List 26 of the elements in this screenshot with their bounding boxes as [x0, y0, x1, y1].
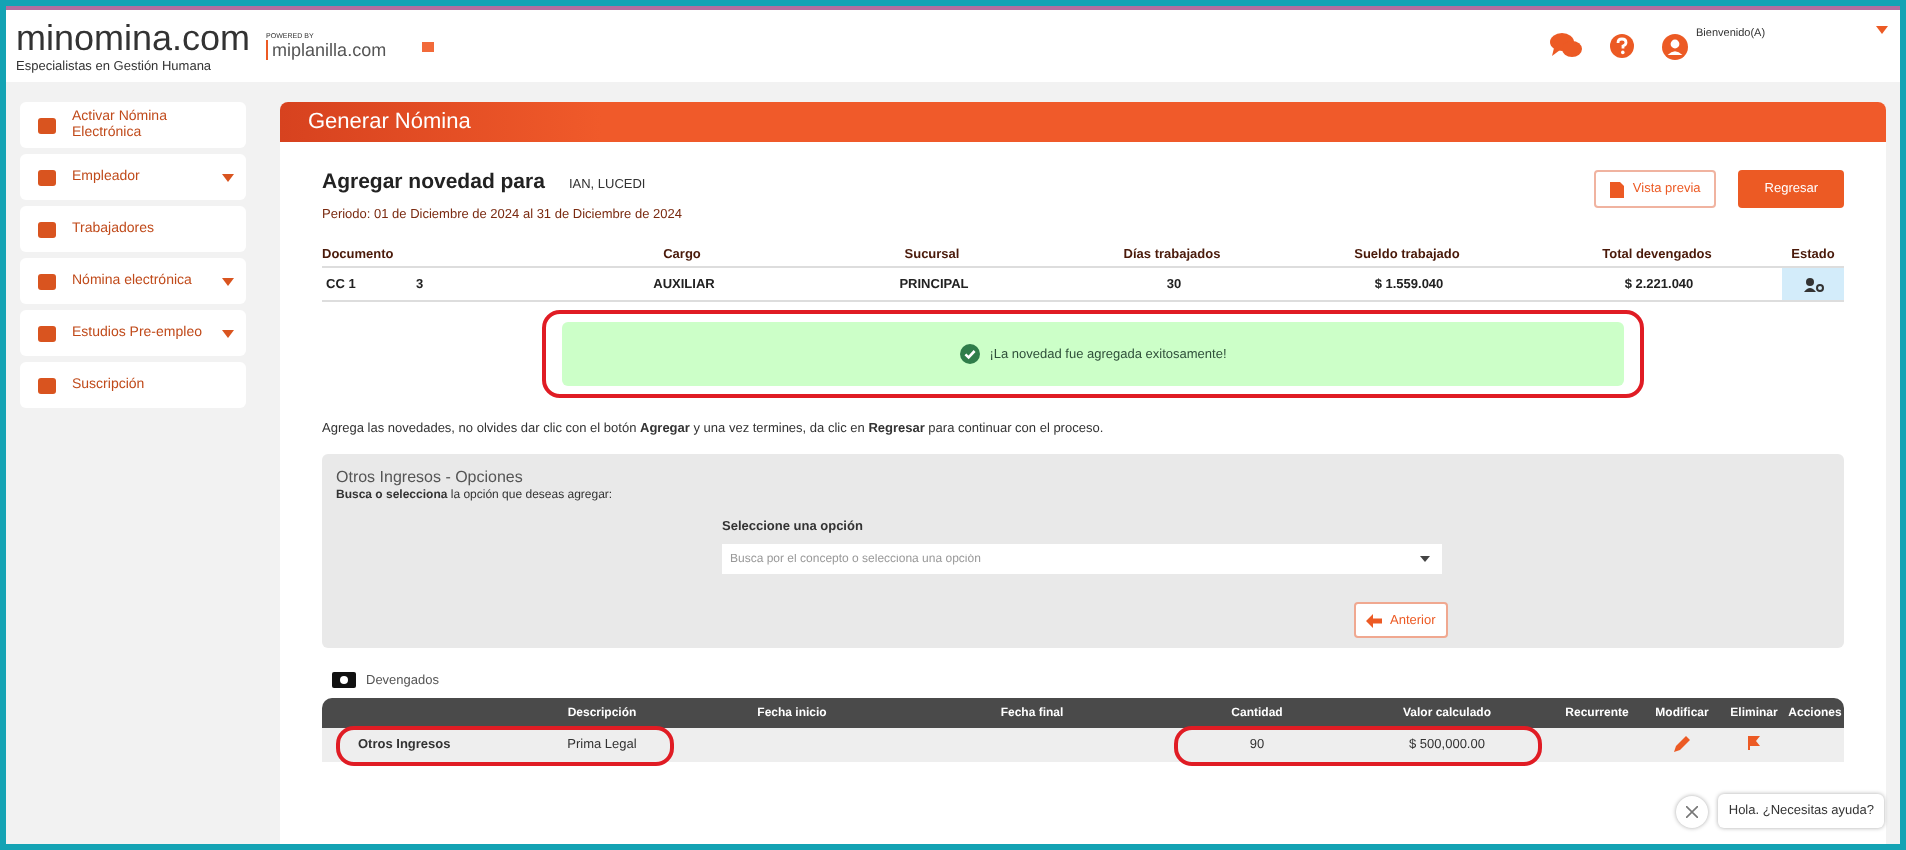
menu-item-icon [36, 219, 58, 239]
panel-title: Generar Nómina [308, 110, 471, 134]
user-icon [1803, 277, 1823, 291]
caret-icon [222, 173, 234, 181]
menu-item-icon [36, 375, 58, 395]
pencil-icon[interactable] [1674, 735, 1690, 751]
check-icon [959, 344, 980, 364]
menu-item-icon [36, 115, 58, 135]
money-icon [332, 672, 356, 688]
document-icon [1610, 181, 1625, 197]
close-icon [1686, 805, 1699, 817]
partner-logo-text: miplanilla.com [266, 40, 387, 60]
caret-icon [222, 329, 234, 337]
caret-icon [1420, 556, 1430, 562]
logo-text: minomina.com [16, 17, 251, 57]
help-icon[interactable] [1610, 34, 1634, 58]
menu-item-icon [36, 323, 58, 343]
caret-icon[interactable] [1876, 26, 1888, 34]
user-avatar-icon[interactable] [1662, 33, 1688, 59]
menu-item-icon [36, 271, 58, 291]
heading: Agregar novedad para [322, 170, 545, 194]
chat-icon[interactable] [1550, 32, 1582, 60]
caret-icon [222, 277, 234, 285]
arrow-left-icon [1366, 613, 1382, 627]
options-title: Otros Ingresos - Opciones [336, 468, 525, 486]
menu-item-icon [36, 167, 58, 187]
